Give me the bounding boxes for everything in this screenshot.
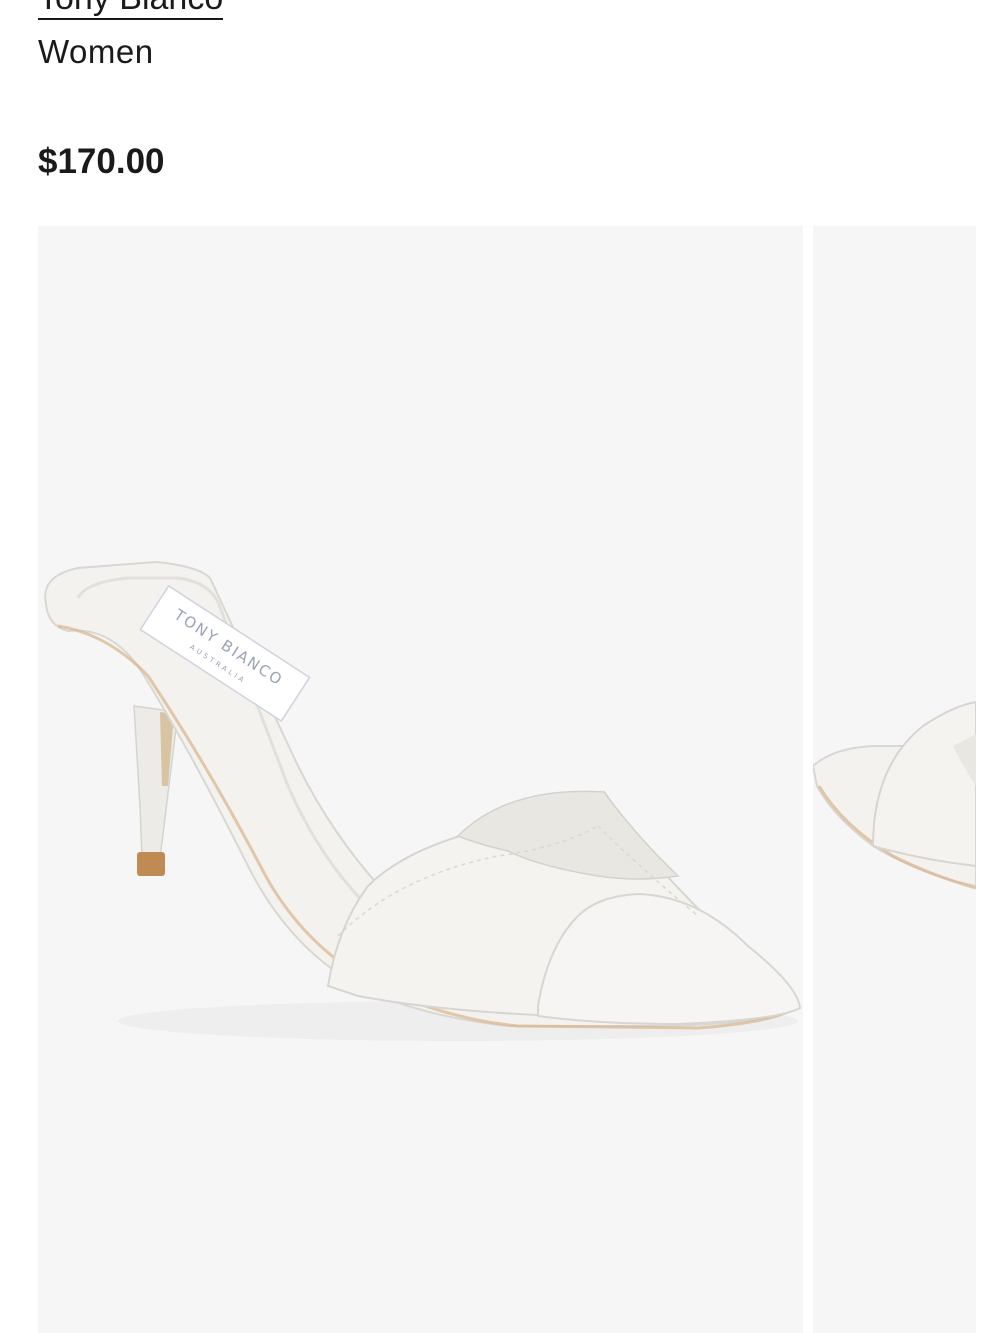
product-category: Women — [38, 33, 154, 70]
sandal-illustration-next — [813, 700, 976, 890]
product-image-next[interactable] — [813, 226, 976, 1333]
brand-link[interactable]: Tony Bianco — [38, 0, 224, 20]
product-price: $170.00 — [38, 142, 165, 181]
sandal-illustration: TONY BIANCO AUSTRALIA — [44, 560, 802, 1041]
product-image-gallery[interactable]: TONY BIANCO AUSTRALIA — [38, 226, 976, 1333]
product-image-main[interactable]: TONY BIANCO AUSTRALIA — [38, 226, 803, 1333]
